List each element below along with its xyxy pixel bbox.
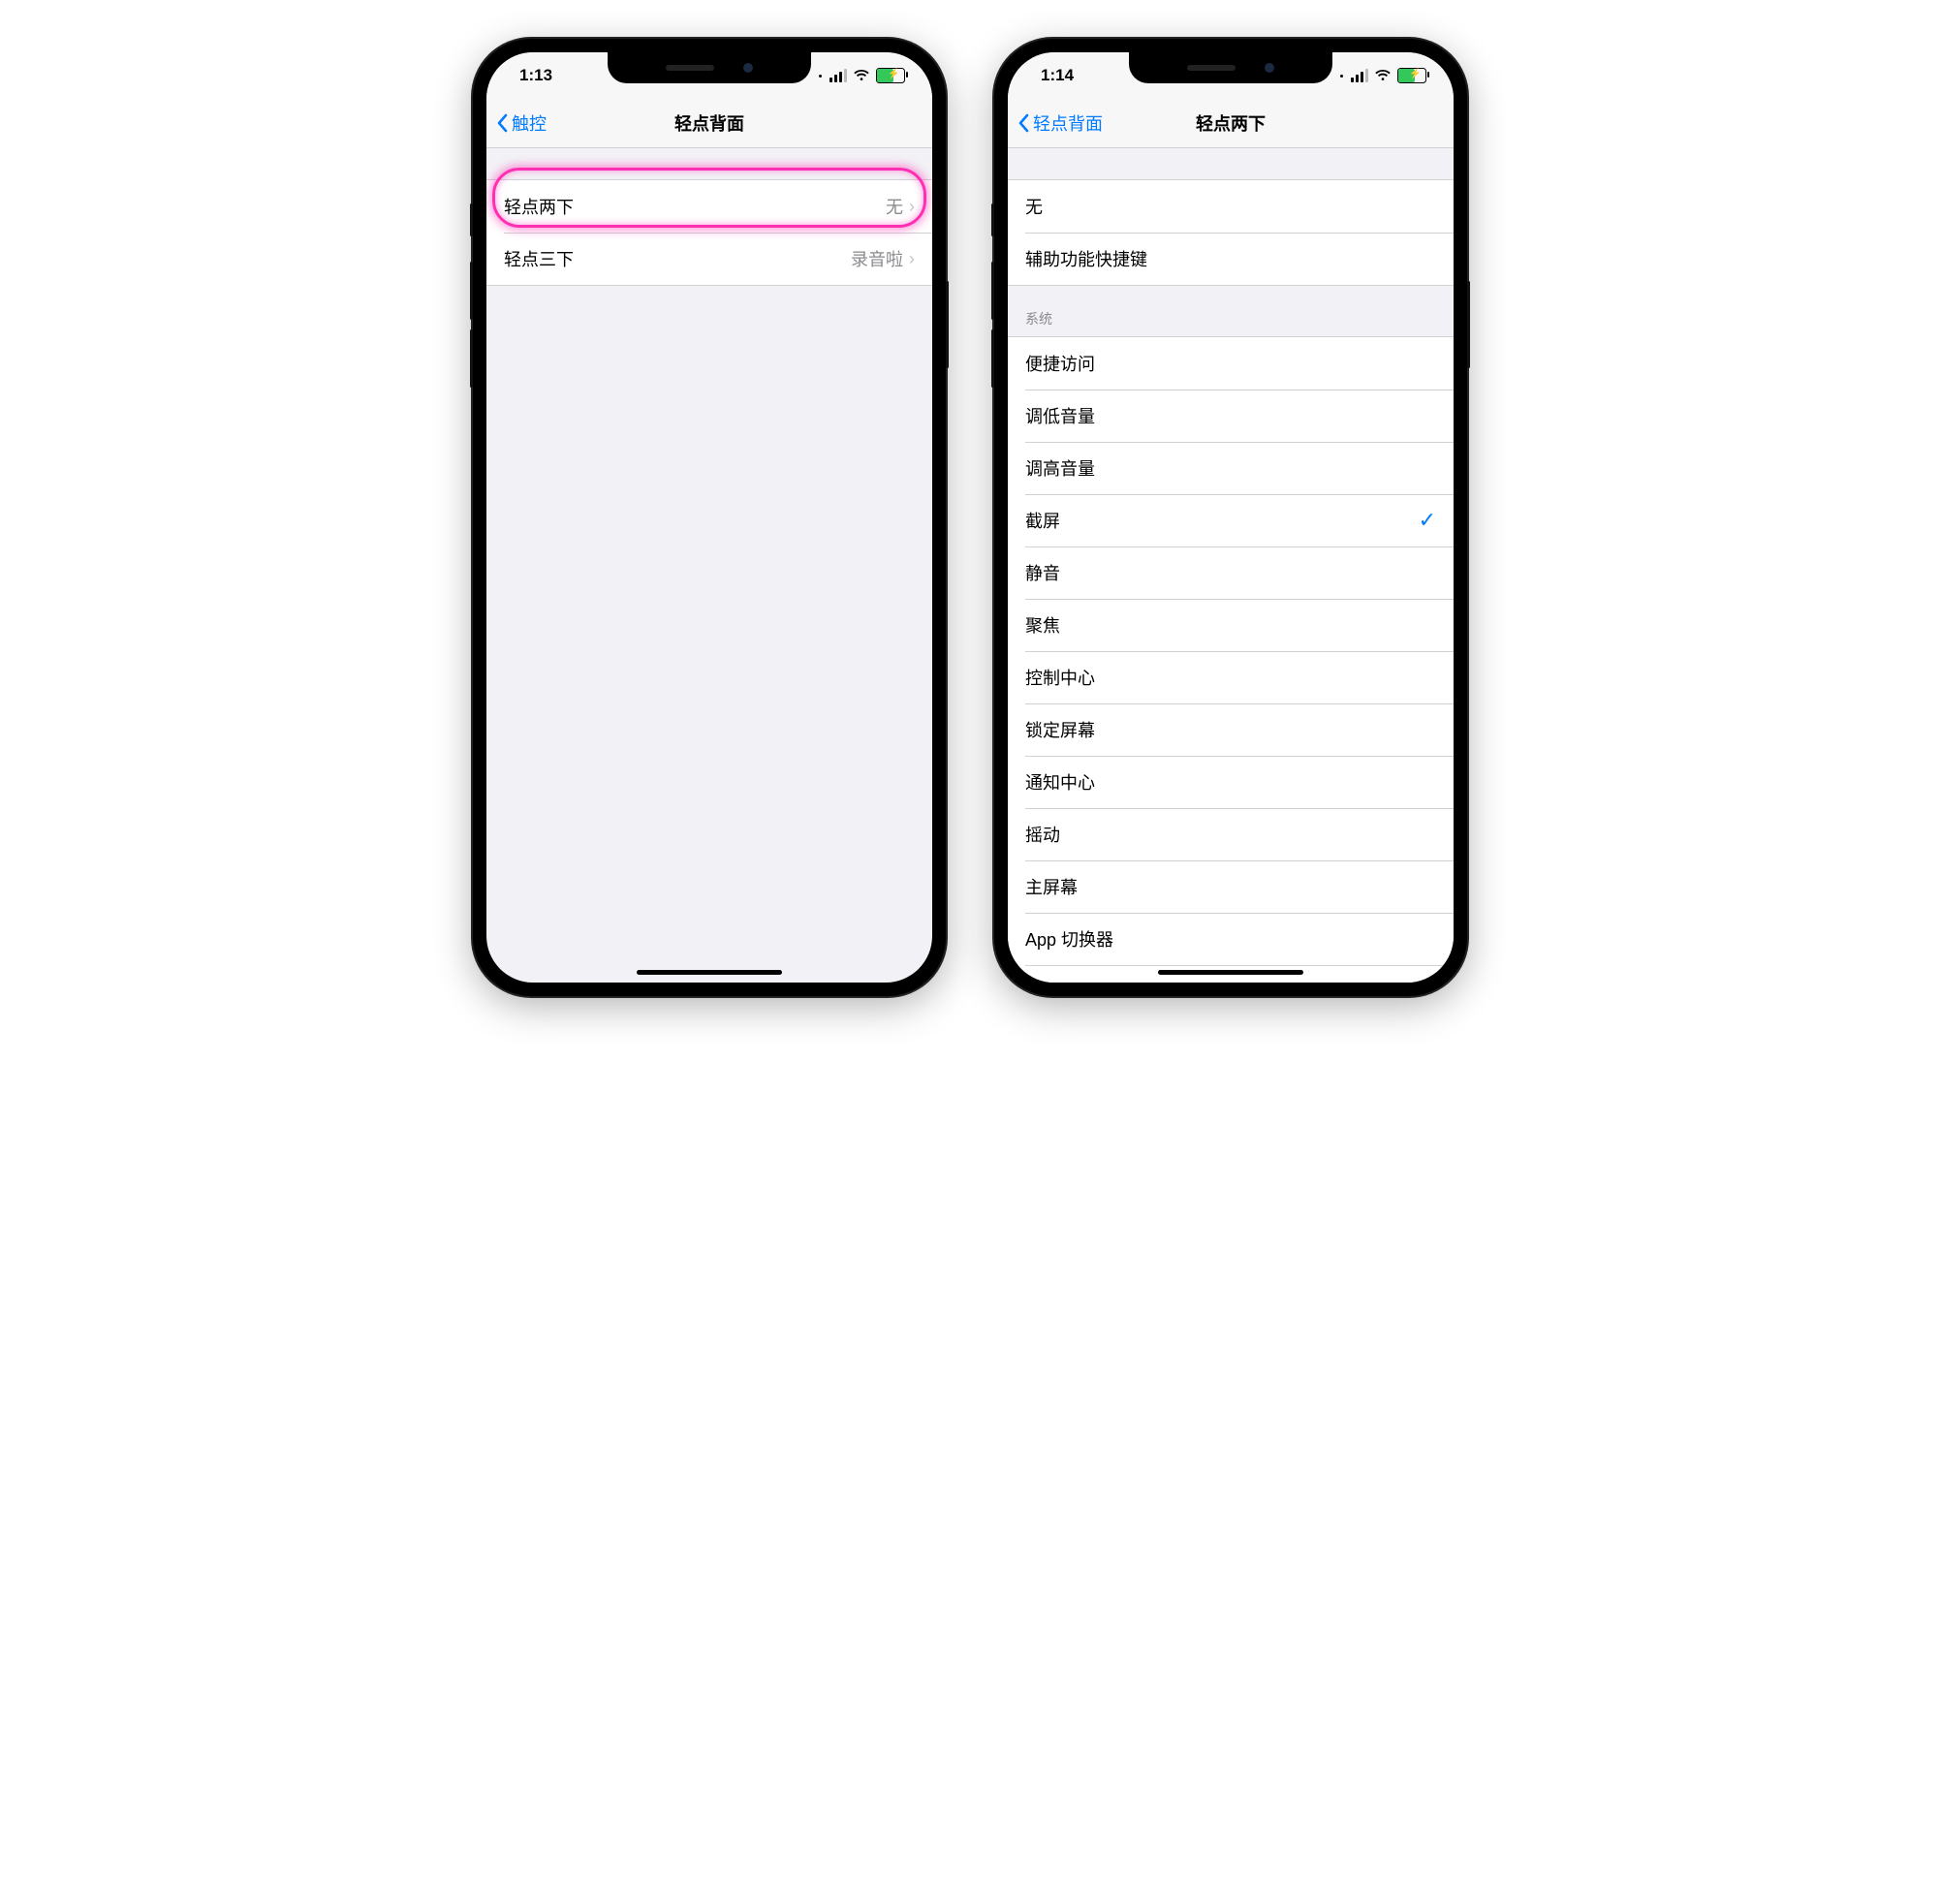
- phone-left: 1:13 ⚡ 触控 轻点背面 轻点两下 无 ›: [473, 39, 946, 996]
- system-option-row-8[interactable]: 通知中心: [1008, 756, 1454, 808]
- content-area[interactable]: 无辅助功能快捷键系统便捷访问调低音量调高音量截屏✓ 静音聚焦控制中心锁定屏幕通知中…: [1008, 148, 1454, 983]
- nav-bar: 触控 轻点背面: [486, 99, 932, 148]
- section-header-system: 系统: [1008, 286, 1454, 336]
- option-row-1[interactable]: 辅助功能快捷键: [1008, 233, 1454, 285]
- battery-icon: ⚡: [876, 68, 905, 83]
- row-label: 主屏幕: [1025, 874, 1436, 899]
- nav-title: 轻点背面: [486, 110, 932, 136]
- system-option-row-2[interactable]: 调高音量: [1008, 442, 1454, 494]
- chevron-right-icon: ›: [909, 249, 915, 269]
- content-area: 轻点两下 无 › 轻点三下 录音啦 ›: [486, 148, 932, 983]
- row-label: 轻点两下: [504, 194, 886, 219]
- home-indicator[interactable]: [637, 970, 782, 975]
- chevron-right-icon: ›: [909, 197, 915, 217]
- status-time: 1:14: [1041, 66, 1074, 85]
- row-label: 轻点三下: [504, 246, 851, 271]
- system-option-row-3[interactable]: 截屏✓: [1008, 494, 1454, 546]
- row-label: 调高音量: [1025, 455, 1436, 481]
- nav-bar: 轻点背面 轻点两下: [1008, 99, 1454, 148]
- signal-extra-dot-icon: [1340, 75, 1343, 78]
- cellular-signal-icon: [829, 69, 847, 82]
- notch: [608, 52, 811, 83]
- row-double-tap[interactable]: 轻点两下 无 ›: [486, 180, 932, 233]
- system-option-row-4[interactable]: 静音: [1008, 546, 1454, 599]
- notch: [1129, 52, 1332, 83]
- row-value: 无: [886, 194, 903, 219]
- home-indicator[interactable]: [1158, 970, 1303, 975]
- wifi-icon: [853, 69, 870, 82]
- row-label: 截屏: [1025, 508, 1419, 533]
- row-label: 控制中心: [1025, 665, 1436, 690]
- status-time: 1:13: [519, 66, 552, 85]
- phone-right: 1:14 ⚡ 轻点背面 轻点两下 无辅助功能快捷键系统便捷访问调低音量调高音量截…: [994, 39, 1467, 996]
- checkmark-icon: ✓: [1419, 508, 1436, 533]
- chevron-left-icon: [496, 113, 508, 133]
- signal-extra-dot-icon: [819, 75, 822, 78]
- row-label: 锁定屏幕: [1025, 717, 1436, 742]
- system-option-row-7[interactable]: 锁定屏幕: [1008, 703, 1454, 756]
- system-option-row-11[interactable]: App 切换器: [1008, 913, 1454, 965]
- back-button[interactable]: 触控: [496, 110, 547, 136]
- row-label: 静音: [1025, 560, 1436, 585]
- row-label: App 切换器: [1025, 926, 1436, 952]
- system-option-row-6[interactable]: 控制中心: [1008, 651, 1454, 703]
- row-label: 摇动: [1025, 822, 1436, 847]
- row-value: 录音啦: [851, 246, 903, 271]
- row-label: 通知中心: [1025, 769, 1436, 795]
- system-option-row-1[interactable]: 调低音量: [1008, 390, 1454, 442]
- row-label: 无: [1025, 194, 1436, 219]
- row-triple-tap[interactable]: 轻点三下 录音啦 ›: [486, 233, 932, 285]
- chevron-left-icon: [1017, 113, 1029, 133]
- cellular-signal-icon: [1351, 69, 1368, 82]
- system-option-row-5[interactable]: 聚焦: [1008, 599, 1454, 651]
- row-label: 聚焦: [1025, 612, 1436, 638]
- back-label: 轻点背面: [1033, 110, 1103, 136]
- back-label: 触控: [512, 110, 547, 136]
- back-button[interactable]: 轻点背面: [1017, 110, 1103, 136]
- row-label: 调低音量: [1025, 403, 1436, 428]
- row-label: 便捷访问: [1025, 351, 1436, 376]
- row-label: 辅助功能快捷键: [1025, 246, 1436, 271]
- system-option-row-0[interactable]: 便捷访问: [1008, 337, 1454, 390]
- wifi-icon: [1374, 69, 1392, 82]
- system-option-row-9[interactable]: 摇动: [1008, 808, 1454, 860]
- row-label: Siri: [1025, 982, 1436, 983]
- battery-icon: ⚡: [1397, 68, 1426, 83]
- option-row-0[interactable]: 无: [1008, 180, 1454, 233]
- system-option-row-10[interactable]: 主屏幕: [1008, 860, 1454, 913]
